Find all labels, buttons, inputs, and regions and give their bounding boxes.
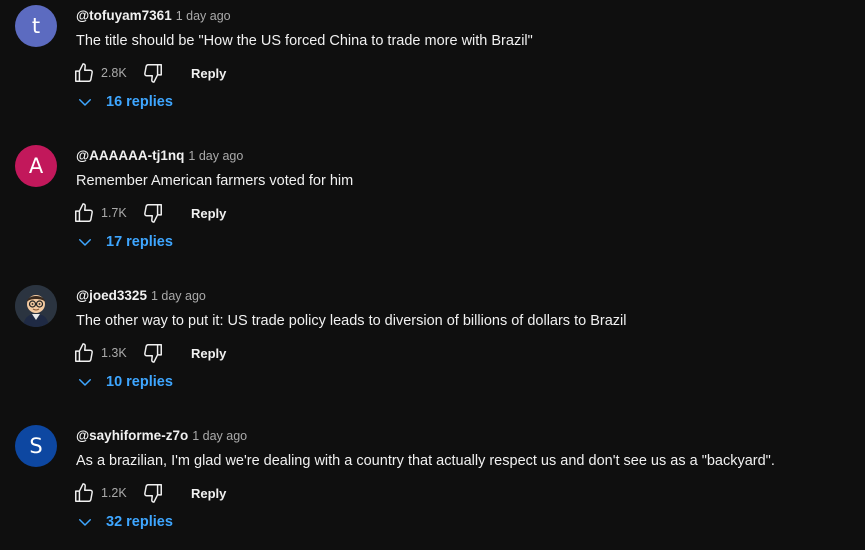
thumbs-up-icon bbox=[75, 483, 93, 502]
view-replies-button[interactable]: 10 replies bbox=[76, 372, 173, 392]
cartoon-person-avatar-icon bbox=[15, 285, 57, 327]
chevron-down-icon bbox=[79, 519, 91, 526]
comment-actions: 1.3K Reply bbox=[70, 337, 230, 369]
comment-thread: t @tofuyam7361 1 day ago The title should… bbox=[0, 0, 865, 140]
avatar[interactable]: A bbox=[15, 145, 57, 187]
comment-actions: 1.2K Reply bbox=[70, 477, 230, 509]
avatar-letter: A bbox=[28, 154, 44, 178]
thumbs-down-icon bbox=[144, 484, 162, 503]
avatar-letter: t bbox=[31, 14, 41, 38]
replies-count-label: 10 replies bbox=[106, 374, 173, 390]
thumbs-up-icon bbox=[75, 203, 93, 222]
replies-count-label: 16 replies bbox=[106, 94, 173, 110]
author-name[interactable]: @AAAAAA-tj1nq bbox=[76, 148, 184, 163]
avatar[interactable]: t bbox=[15, 5, 57, 47]
like-button[interactable] bbox=[70, 479, 98, 507]
like-button[interactable] bbox=[70, 59, 98, 87]
thumbs-down-icon bbox=[144, 344, 162, 363]
replies-count-label: 32 replies bbox=[106, 514, 173, 530]
dislike-button[interactable] bbox=[139, 59, 167, 87]
author-name[interactable]: @tofuyam7361 bbox=[76, 8, 172, 23]
view-replies-button[interactable]: 17 replies bbox=[76, 232, 173, 252]
comment-timestamp[interactable]: 1 day ago bbox=[176, 9, 231, 23]
comment-text: As a brazilian, I'm glad we're dealing w… bbox=[76, 453, 775, 469]
chevron-down-icon bbox=[79, 239, 91, 246]
avatar[interactable] bbox=[15, 285, 57, 327]
view-replies-button[interactable]: 32 replies bbox=[76, 512, 173, 532]
author-line: @sayhiforme-z7o 1 day ago bbox=[76, 428, 247, 444]
comment-thread: S @sayhiforme-z7o 1 day ago As a brazilia… bbox=[0, 420, 865, 550]
comment-timestamp[interactable]: 1 day ago bbox=[192, 429, 247, 443]
chevron-down-icon bbox=[79, 379, 91, 386]
comment-timestamp[interactable]: 1 day ago bbox=[151, 289, 206, 303]
comment-thread: @joed3325 1 day ago The other way to put … bbox=[0, 280, 865, 420]
thumbs-up-icon bbox=[75, 343, 93, 362]
comment-text: The title should be "How the US forced C… bbox=[76, 33, 533, 49]
comment-actions: 1.7K Reply bbox=[70, 197, 230, 229]
like-button[interactable] bbox=[70, 339, 98, 367]
reply-button[interactable]: Reply bbox=[187, 340, 230, 367]
comment-actions: 2.8K Reply bbox=[70, 57, 230, 89]
view-replies-button[interactable]: 16 replies bbox=[76, 92, 173, 112]
dislike-button[interactable] bbox=[139, 199, 167, 227]
dislike-button[interactable] bbox=[139, 339, 167, 367]
thumbs-down-icon bbox=[144, 64, 162, 83]
comment-text: The other way to put it: US trade policy… bbox=[76, 313, 627, 329]
author-line: @joed3325 1 day ago bbox=[76, 288, 206, 304]
reply-button[interactable]: Reply bbox=[187, 480, 230, 507]
comment-text: Remember American farmers voted for him bbox=[76, 173, 354, 189]
reply-button[interactable]: Reply bbox=[187, 60, 230, 87]
thumbs-up-icon bbox=[75, 63, 93, 82]
thumbs-down-icon bbox=[144, 204, 162, 223]
comment-timestamp[interactable]: 1 day ago bbox=[188, 149, 243, 163]
author-line: @tofuyam7361 1 day ago bbox=[76, 8, 231, 24]
author-line: @AAAAAA-tj1nq 1 day ago bbox=[76, 148, 243, 164]
author-name[interactable]: @sayhiforme-z7o bbox=[76, 428, 188, 443]
comment-thread: A @AAAAAA-tj1nq 1 day ago Remember Americ… bbox=[0, 140, 865, 280]
avatar[interactable]: S bbox=[15, 425, 57, 467]
reply-button[interactable]: Reply bbox=[187, 200, 230, 227]
replies-count-label: 17 replies bbox=[106, 234, 173, 250]
chevron-down-icon bbox=[79, 99, 91, 106]
like-count: 1.2K bbox=[101, 486, 127, 500]
like-count: 2.8K bbox=[101, 66, 127, 80]
author-name[interactable]: @joed3325 bbox=[76, 288, 147, 303]
like-count: 1.7K bbox=[101, 206, 127, 220]
dislike-button[interactable] bbox=[139, 479, 167, 507]
like-button[interactable] bbox=[70, 199, 98, 227]
like-count: 1.3K bbox=[101, 346, 127, 360]
avatar-letter: S bbox=[29, 434, 43, 458]
